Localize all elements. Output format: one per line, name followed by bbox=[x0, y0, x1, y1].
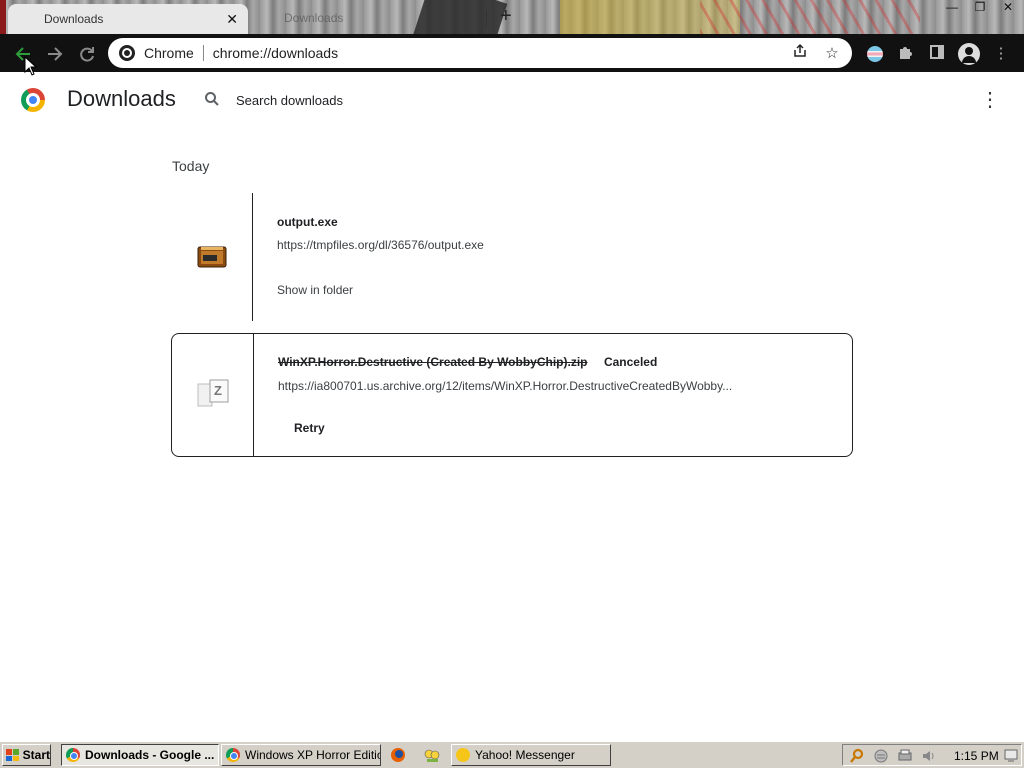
tab-title: Downloads bbox=[44, 12, 104, 26]
svg-text:Z: Z bbox=[214, 383, 222, 398]
search-tray-icon[interactable] bbox=[849, 748, 865, 764]
chrome-icon bbox=[66, 748, 80, 762]
new-tab-button[interactable]: + bbox=[500, 5, 512, 28]
tab-separator bbox=[486, 10, 487, 28]
search-input[interactable] bbox=[236, 89, 636, 111]
browser-toolbar: Chrome chrome://downloads ☆ ⋮ bbox=[0, 34, 1024, 72]
printer-tray-icon[interactable] bbox=[897, 748, 913, 764]
taskbar-button-yahoo-messenger[interactable]: Yahoo! Messenger bbox=[451, 744, 611, 766]
tab-strip: Downloads ✕ Downloads + — ❐ ✕ bbox=[0, 0, 1024, 34]
bookmark-star-icon[interactable]: ☆ bbox=[820, 44, 844, 62]
profile-avatar-icon[interactable] bbox=[958, 43, 980, 65]
network-tray-icon[interactable] bbox=[873, 748, 889, 764]
taskbar-button-label: Windows XP Horror Editio... bbox=[245, 748, 381, 762]
window-controls: — ❐ ✕ bbox=[944, 0, 1016, 14]
start-label: Start bbox=[22, 748, 50, 762]
flag-icon[interactable] bbox=[864, 43, 886, 65]
firefox-icon[interactable] bbox=[390, 747, 406, 763]
reload-icon[interactable] bbox=[76, 43, 98, 65]
back-arrow-icon[interactable] bbox=[12, 43, 34, 65]
tab-title: Downloads bbox=[284, 11, 344, 25]
downloads-header: Downloads ⋮ bbox=[0, 72, 1024, 128]
taskbar-button-downloads[interactable]: Downloads - Google ... bbox=[61, 744, 219, 766]
tab-downloads-background[interactable]: Downloads bbox=[270, 4, 480, 32]
wallpaper-decoration bbox=[0, 0, 6, 34]
taskbar-button-xp-horror[interactable]: Windows XP Horror Editio... bbox=[221, 744, 381, 766]
omnibox-url[interactable]: chrome://downloads bbox=[213, 45, 788, 61]
wallpaper-decoration bbox=[700, 0, 920, 34]
chrome-icon bbox=[119, 45, 135, 61]
omnibox-divider bbox=[202, 45, 204, 61]
clock[interactable]: 1:15 PM bbox=[954, 749, 999, 763]
retry-button[interactable]: Retry bbox=[294, 421, 325, 435]
close-window-icon[interactable]: ✕ bbox=[1000, 0, 1016, 14]
download-item: output.exe https://tmpfiles.org/dl/36576… bbox=[171, 193, 853, 321]
file-url-link[interactable]: https://ia800701.us.archive.org/12/items… bbox=[278, 379, 732, 393]
file-url-link[interactable]: https://tmpfiles.org/dl/36576/output.exe bbox=[277, 238, 484, 252]
taskbar-button-label: Downloads - Google ... bbox=[85, 748, 215, 762]
file-name-link[interactable]: output.exe bbox=[277, 215, 338, 229]
chrome-menu-kebab-icon[interactable]: ⋮ bbox=[990, 43, 1012, 65]
windows-logo-icon bbox=[6, 749, 19, 761]
omnibox-site-chip: Chrome bbox=[144, 45, 194, 61]
search-icon[interactable] bbox=[204, 91, 220, 107]
messenger-buddy-icon[interactable] bbox=[424, 747, 440, 763]
minimize-icon[interactable]: — bbox=[944, 0, 960, 14]
taskbar-button-label: Yahoo! Messenger bbox=[475, 748, 575, 762]
exe-file-icon bbox=[197, 246, 227, 268]
address-bar[interactable]: Chrome chrome://downloads ☆ bbox=[108, 38, 852, 68]
chrome-logo-icon bbox=[21, 88, 45, 112]
restore-icon[interactable]: ❐ bbox=[972, 0, 988, 14]
download-icon-column: Z bbox=[172, 334, 254, 456]
yahoo-messenger-icon bbox=[456, 748, 470, 762]
side-panel-icon[interactable] bbox=[926, 43, 948, 65]
show-desktop-icon[interactable] bbox=[1003, 748, 1019, 764]
page-title: Downloads bbox=[67, 86, 176, 111]
download-icon-column bbox=[171, 193, 253, 321]
chrome-icon bbox=[226, 748, 240, 762]
start-button[interactable]: Start bbox=[2, 744, 51, 766]
volume-speaker-icon[interactable] bbox=[921, 748, 937, 764]
download-status: Canceled bbox=[603, 355, 658, 369]
downloads-page: Downloads ⋮ Today output.exe https://tmp… bbox=[0, 72, 1024, 740]
tab-downloads[interactable]: Downloads ✕ bbox=[8, 4, 248, 34]
file-name-canceled: WinXP.Horror.Destructive (Created By Wob… bbox=[278, 355, 588, 369]
share-icon[interactable] bbox=[788, 43, 812, 63]
forward-arrow-icon[interactable] bbox=[44, 43, 66, 65]
zip-file-icon: Z bbox=[197, 379, 229, 407]
more-actions-kebab-icon[interactable]: ⋮ bbox=[980, 89, 1000, 111]
taskbar: Start Downloads - Google ... Windows XP … bbox=[0, 740, 1024, 768]
system-tray: 1:15 PM bbox=[842, 744, 1022, 766]
download-item: Z WinXP.Horror.Destructive (Created By W… bbox=[171, 333, 853, 457]
tab-close-icon[interactable]: ✕ bbox=[226, 11, 238, 28]
extensions-puzzle-icon[interactable] bbox=[895, 43, 917, 65]
show-in-folder-button[interactable]: Show in folder bbox=[277, 283, 353, 297]
date-section-header: Today bbox=[172, 158, 210, 174]
